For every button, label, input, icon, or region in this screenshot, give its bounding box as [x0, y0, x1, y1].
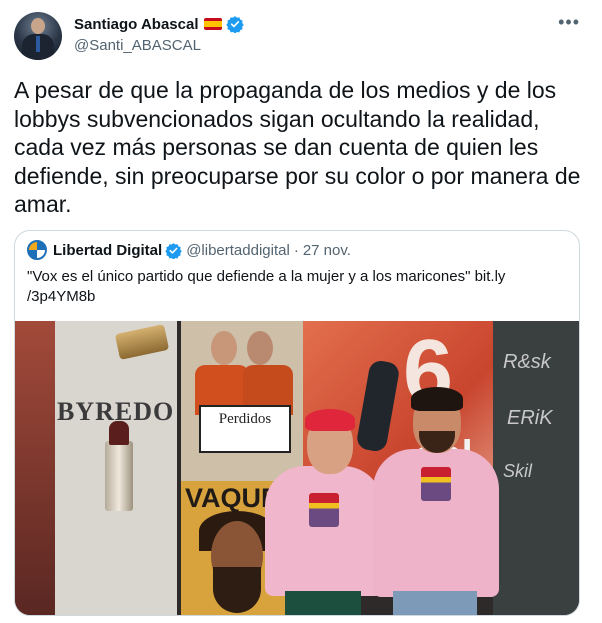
- quoted-photo[interactable]: BYREDO Perdidos 6 apl R&sk ERiK Skil VAQ…: [15, 321, 579, 615]
- verified-badge-icon: [226, 16, 245, 33]
- author-handle[interactable]: @Santi_ABASCAL: [74, 37, 201, 54]
- person-left-hoodie: [265, 466, 383, 596]
- hoodie-print: [421, 467, 451, 501]
- wall-graffiti: R&sk ERiK Skil: [493, 321, 579, 615]
- poster-perdidos: Perdidos: [181, 321, 303, 481]
- verified-badge-icon: [165, 242, 182, 259]
- tweet-text: A pesar de que la propaganda de los medi…: [14, 77, 581, 217]
- spain-flag-icon: [204, 18, 223, 30]
- lipstick-cap: [114, 324, 170, 360]
- poster-byredo: BYREDO: [55, 321, 177, 615]
- more-options-icon[interactable]: •••: [558, 13, 580, 31]
- quoted-header: Libertad Digital @libertaddigital · 27 n…: [27, 240, 351, 260]
- quoted-date: 27 nov.: [302, 241, 351, 259]
- person-left-hair: [305, 409, 355, 431]
- poster-plaque-text: Perdidos: [199, 405, 291, 453]
- author-name[interactable]: Santiago Abascal: [74, 16, 198, 33]
- avatar[interactable]: [14, 12, 62, 60]
- avatar-tie: [36, 36, 40, 52]
- person-right-jeans: [393, 591, 477, 615]
- dot-separator: ·: [293, 241, 299, 259]
- libertad-digital-logo-icon: [27, 240, 47, 260]
- person-right-hair: [411, 387, 463, 411]
- graffiti-1: R&sk: [503, 351, 551, 373]
- quoted-author-name: Libertad Digital: [53, 241, 163, 259]
- quoted-text: "Vox es el único partido que defiende a …: [27, 268, 506, 305]
- quoted-author-handle: @libertaddigital: [186, 241, 290, 259]
- graffiti-2: ERiK: [507, 407, 553, 429]
- quoted-tweet[interactable]: Libertad Digital @libertaddigital · 27 n…: [14, 230, 580, 616]
- tweet-card: Santiago Abascal @Santi_ABASCAL ••• A pe…: [0, 0, 602, 623]
- avatar-head: [31, 18, 45, 34]
- person-left-trousers: [285, 591, 361, 615]
- hoodie-print: [309, 493, 339, 527]
- author-name-row: Santiago Abascal: [74, 15, 245, 33]
- graffiti-3: Skil: [503, 461, 533, 481]
- lipstick: [105, 421, 133, 511]
